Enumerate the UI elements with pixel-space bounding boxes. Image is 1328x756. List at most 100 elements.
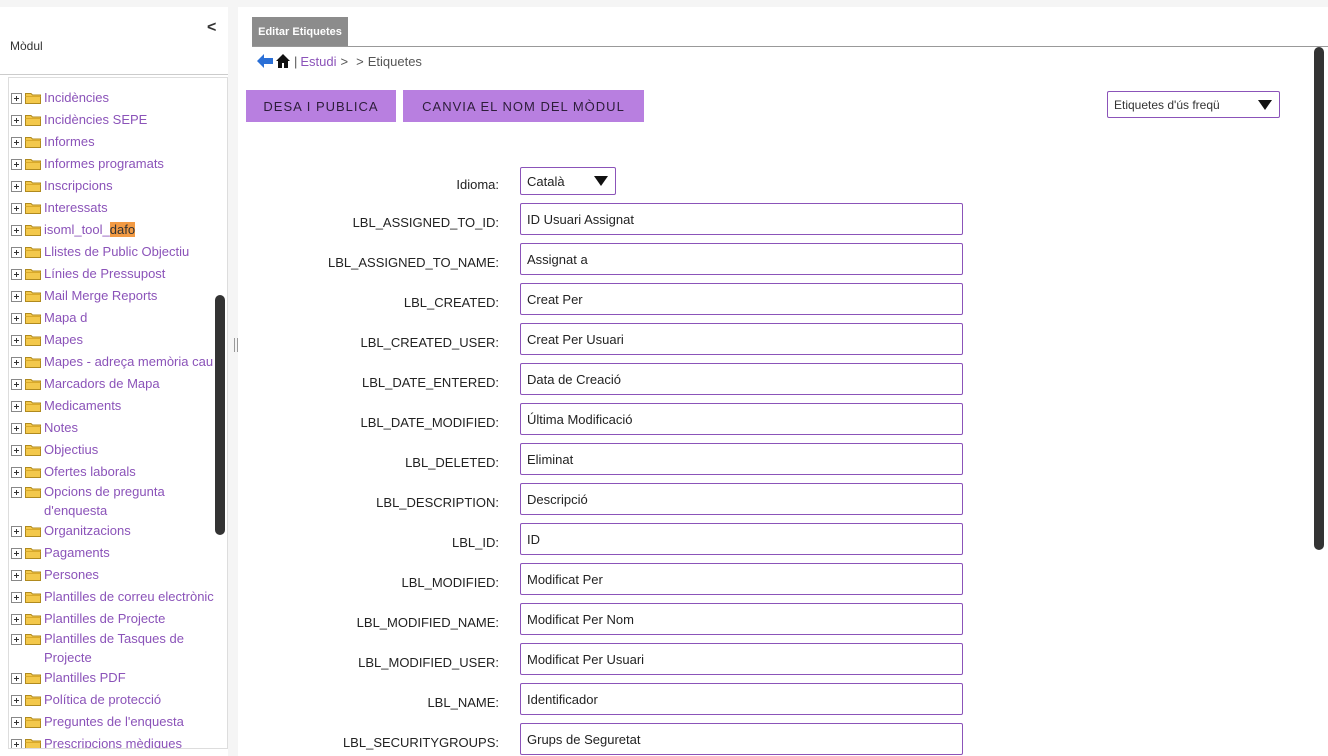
- tree-item[interactable]: Política de protecció: [11, 690, 219, 712]
- expand-icon[interactable]: [11, 378, 22, 390]
- expand-icon[interactable]: [11, 547, 22, 559]
- tree-item[interactable]: Llistes de Public Objectiu: [11, 242, 219, 264]
- label-value-input[interactable]: Grups de Seguretat: [520, 723, 963, 755]
- expand-icon[interactable]: [11, 246, 22, 258]
- tree-item-label[interactable]: Mapes - adreça memòria cau: [44, 352, 219, 371]
- expand-icon[interactable]: [11, 466, 22, 478]
- tree-item-label[interactable]: Incidències: [44, 88, 219, 107]
- label-value-input[interactable]: Modificat Per Usuari: [520, 643, 963, 675]
- tab-edit-labels[interactable]: Editar Etiquetes: [252, 17, 348, 47]
- tree-item-label[interactable]: Interessats: [44, 198, 219, 217]
- breadcrumb-link-estudi[interactable]: Estudi: [300, 54, 336, 69]
- expand-icon[interactable]: [11, 334, 22, 346]
- tree-item[interactable]: Plantilles PDF: [11, 668, 219, 690]
- expand-icon[interactable]: [11, 444, 22, 456]
- expand-icon[interactable]: [11, 158, 22, 170]
- expand-icon[interactable]: [11, 136, 22, 148]
- expand-icon[interactable]: [11, 694, 22, 706]
- label-value-input[interactable]: Última Modificació: [520, 403, 963, 435]
- tree-item[interactable]: Mapes - adreça memòria cau: [11, 352, 219, 374]
- expand-icon[interactable]: [11, 569, 22, 581]
- save-publish-button[interactable]: DESA I PUBLICA: [246, 90, 396, 122]
- tree-item[interactable]: Línies de Pressupost: [11, 264, 219, 286]
- expand-icon[interactable]: [11, 202, 22, 214]
- tree-item-label[interactable]: Marcadors de Mapa: [44, 374, 219, 393]
- tree-item[interactable]: isoml_tool_dafo: [11, 220, 219, 242]
- tree-item[interactable]: Interessats: [11, 198, 219, 220]
- expand-icon[interactable]: [11, 268, 22, 280]
- tree-item[interactable]: Informes: [11, 132, 219, 154]
- tree-item-label[interactable]: Política de protecció: [44, 690, 219, 709]
- expand-icon[interactable]: [11, 92, 22, 104]
- tree-item[interactable]: Notes: [11, 418, 219, 440]
- expand-icon[interactable]: [11, 591, 22, 603]
- expand-icon[interactable]: [11, 312, 22, 324]
- tree-item[interactable]: Pagaments: [11, 543, 219, 565]
- label-value-input[interactable]: Modificat Per Nom: [520, 603, 963, 635]
- tree-item[interactable]: Medicaments: [11, 396, 219, 418]
- expand-icon[interactable]: [11, 114, 22, 126]
- tree-item-label[interactable]: Incidències SEPE: [44, 110, 219, 129]
- rename-module-button[interactable]: CANVIA EL NOM DEL MÒDUL: [403, 90, 644, 122]
- tree-item-label[interactable]: Mapa d: [44, 308, 219, 327]
- tree-item-label[interactable]: Preguntes de l'enquesta: [44, 712, 219, 731]
- language-select[interactable]: Català: [520, 167, 616, 195]
- tree-item-label[interactable]: Prescripcions mèdiques: [44, 734, 219, 748]
- tree-item-label[interactable]: Medicaments: [44, 396, 219, 415]
- expand-icon[interactable]: [11, 525, 22, 537]
- tree-scrollbar[interactable]: [215, 295, 225, 535]
- tree-item[interactable]: Ofertes laborals: [11, 462, 219, 484]
- back-arrow-icon[interactable]: [256, 53, 274, 69]
- tree-item[interactable]: Prescripcions mèdiques: [11, 734, 219, 748]
- tree-item[interactable]: Mapes: [11, 330, 219, 352]
- label-value-input[interactable]: Data de Creació: [520, 363, 963, 395]
- label-value-input[interactable]: Descripció: [520, 483, 963, 515]
- tree-item[interactable]: Marcadors de Mapa: [11, 374, 219, 396]
- tree-item-label[interactable]: Mapes: [44, 330, 219, 349]
- tree-item[interactable]: Objectius: [11, 440, 219, 462]
- tree-item[interactable]: Persones: [11, 565, 219, 587]
- tree-item-label[interactable]: Informes programats: [44, 154, 219, 173]
- label-value-input[interactable]: Assignat a: [520, 243, 963, 275]
- collapse-panel-button[interactable]: <: [207, 19, 216, 37]
- tree-item[interactable]: Mail Merge Reports: [11, 286, 219, 308]
- label-value-input[interactable]: Creat Per: [520, 283, 963, 315]
- tree-item-label[interactable]: Ofertes laborals: [44, 462, 219, 481]
- expand-icon[interactable]: [11, 716, 22, 728]
- tree-item-label[interactable]: Plantilles de Tasques de Projecte: [44, 629, 219, 667]
- tree-item-label[interactable]: Persones: [44, 565, 219, 584]
- frequent-labels-select[interactable]: Etiquetes d'ús freqü: [1107, 91, 1280, 118]
- expand-icon[interactable]: [11, 633, 22, 645]
- tree-item[interactable]: Preguntes de l'enquesta: [11, 712, 219, 734]
- tree-item-label[interactable]: Mail Merge Reports: [44, 286, 219, 305]
- tree-item[interactable]: Informes programats: [11, 154, 219, 176]
- label-value-input[interactable]: Creat Per Usuari: [520, 323, 963, 355]
- expand-icon[interactable]: [11, 486, 22, 498]
- tree-item-label[interactable]: isoml_tool_dafo: [44, 220, 219, 239]
- expand-icon[interactable]: [11, 672, 22, 684]
- tree-item-label[interactable]: Opcions de pregunta d'enquesta: [44, 482, 219, 520]
- tree-item[interactable]: Opcions de pregunta d'enquesta: [11, 482, 219, 518]
- tree-item-label[interactable]: Organitzacions: [44, 521, 219, 540]
- tree-item-label[interactable]: Plantilles PDF: [44, 668, 219, 687]
- expand-icon[interactable]: [11, 180, 22, 192]
- label-value-input[interactable]: ID: [520, 523, 963, 555]
- tree-item-label[interactable]: Inscripcions: [44, 176, 219, 195]
- expand-icon[interactable]: [11, 356, 22, 368]
- label-value-input[interactable]: Identificador: [520, 683, 963, 715]
- module-tree[interactable]: Incidències Incidències SEPE Informes Infor…: [8, 77, 228, 749]
- expand-icon[interactable]: [11, 613, 22, 625]
- tree-item-label[interactable]: Notes: [44, 418, 219, 437]
- tree-item[interactable]: Incidències: [11, 88, 219, 110]
- expand-icon[interactable]: [11, 290, 22, 302]
- home-icon[interactable]: [275, 53, 291, 69]
- expand-icon[interactable]: [11, 400, 22, 412]
- tree-item[interactable]: Incidències SEPE: [11, 110, 219, 132]
- tree-item[interactable]: Inscripcions: [11, 176, 219, 198]
- tree-item-label[interactable]: Línies de Pressupost: [44, 264, 219, 283]
- tree-item-label[interactable]: Llistes de Public Objectiu: [44, 242, 219, 261]
- label-value-input[interactable]: Modificat Per: [520, 563, 963, 595]
- label-value-input[interactable]: ID Usuari Assignat: [520, 203, 963, 235]
- tree-item[interactable]: Plantilles de Tasques de Projecte: [11, 629, 219, 665]
- tree-item-label[interactable]: Informes: [44, 132, 219, 151]
